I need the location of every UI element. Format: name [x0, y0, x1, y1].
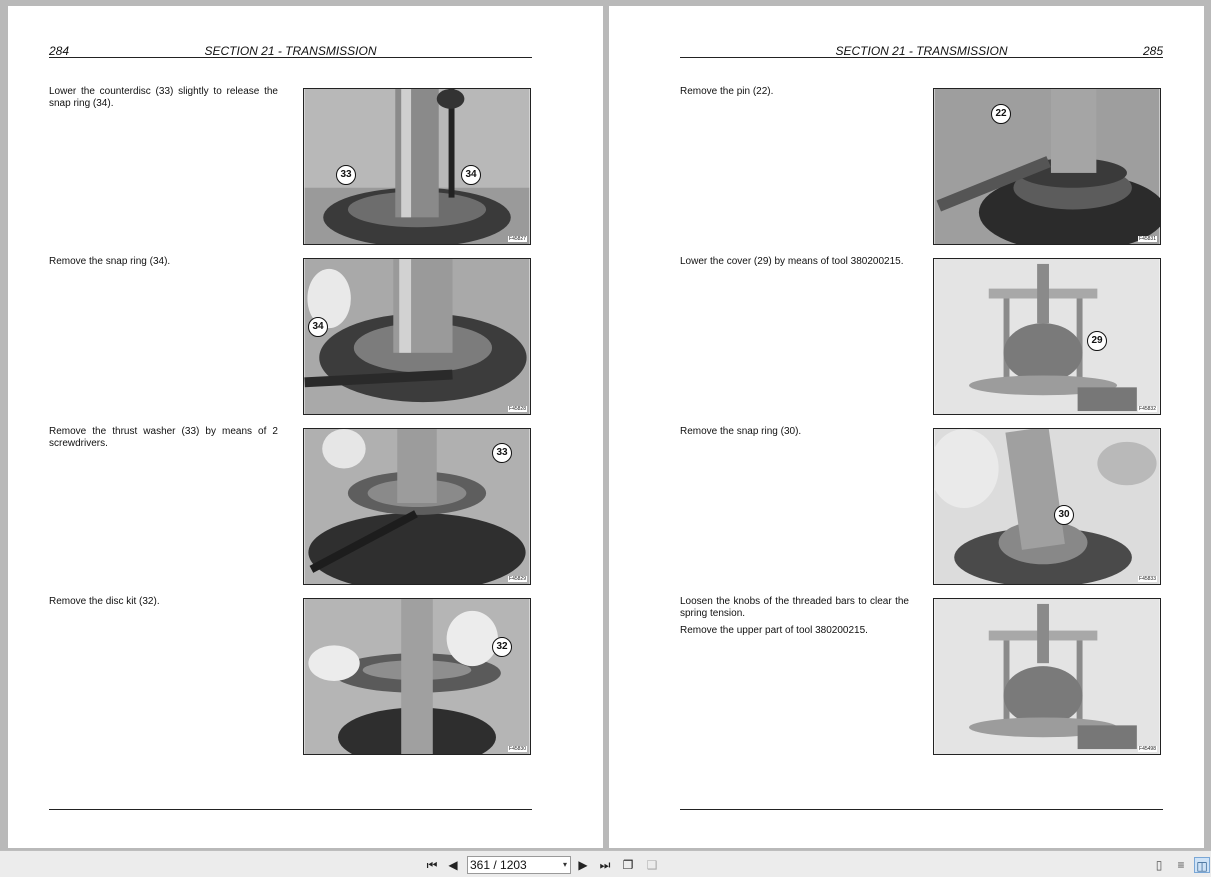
step-paragraph: Remove the upper part of tool 380200215.	[680, 625, 868, 636]
figure-id: F45827	[508, 236, 527, 242]
step-photo: 33 F45829	[303, 428, 531, 585]
copy-page-icon[interactable]: ❐	[620, 857, 636, 873]
viewer-toolbar: ⏮ ◀ 361 / 1203 ▾ ▶ ⏭ ❐ ❑ ▯ ≡ ◫	[0, 850, 1211, 877]
header-rule	[49, 57, 532, 58]
figure-id: F45829	[508, 576, 527, 582]
photo-snap-ring	[304, 259, 530, 414]
callout-22: 22	[991, 104, 1011, 124]
photo-pin	[934, 89, 1160, 244]
step-paragraph: Remove the thrust washer (33) by means o…	[49, 426, 278, 449]
step-paragraph: Remove the snap ring (30).	[680, 426, 802, 437]
step-paragraph: Lower the cover (29) by means of tool 38…	[680, 256, 904, 267]
step-paragraph: Remove the disc kit (32).	[49, 596, 160, 607]
page-number-value: 361 / 1203	[470, 858, 527, 872]
paste-page-icon[interactable]: ❑	[644, 857, 660, 873]
callout-29: 29	[1087, 331, 1107, 351]
continuous-view-icon[interactable]: ≡	[1173, 857, 1189, 873]
page-header: 284 SECTION 21 - TRANSMISSION	[49, 44, 532, 58]
two-page-view-icon[interactable]: ◫	[1194, 857, 1210, 873]
photo-tool-removal	[934, 599, 1160, 754]
step-text: Remove the pin (22).	[680, 86, 909, 98]
figure-id: F45832	[1138, 406, 1157, 412]
figure-id: F45830	[508, 746, 527, 752]
step-paragraph: Remove the pin (22).	[680, 86, 774, 97]
single-page-view-icon[interactable]: ▯	[1151, 857, 1167, 873]
figure-id: F45831	[1138, 236, 1157, 242]
section-title: SECTION 21 - TRANSMISSION	[204, 44, 377, 58]
step-paragraph: Lower the counterdisc (33) slightly to r…	[49, 86, 278, 109]
callout-34: 34	[461, 165, 481, 185]
figure-id: F45833	[1138, 576, 1157, 582]
photo-clutch-shaft	[304, 89, 530, 244]
last-page-icon[interactable]: ⏭	[597, 857, 613, 873]
step-text: Lower the counterdisc (33) slightly to r…	[49, 86, 278, 110]
step-photo: 33 34 F45827	[303, 88, 531, 245]
step-paragraph: Loosen the knobs of the threaded bars to…	[680, 596, 909, 619]
photo-snap-ring-30	[934, 429, 1160, 584]
first-page-icon[interactable]: ⏮	[424, 857, 440, 873]
step-text: Loosen the knobs of the threaded bars to…	[680, 596, 909, 637]
page-left: 284 SECTION 21 - TRANSMISSION Lower the …	[8, 6, 603, 848]
callout-33: 33	[336, 165, 356, 185]
step-photo: 32 F45830	[303, 598, 531, 755]
step-text: Remove the thrust washer (33) by means o…	[49, 426, 278, 450]
page-number: 285	[1142, 44, 1163, 58]
footer-rule	[680, 809, 1163, 810]
step-text: Remove the snap ring (30).	[680, 426, 909, 438]
page-right: SECTION 21 - TRANSMISSION 285 Remove the…	[609, 6, 1204, 848]
document-viewer: 284 SECTION 21 - TRANSMISSION Lower the …	[0, 0, 1211, 850]
header-rule	[680, 57, 1163, 58]
step-paragraph: Remove the snap ring (34).	[49, 256, 171, 267]
next-page-icon[interactable]: ▶	[576, 857, 590, 873]
step-photo: 29 F45832	[933, 258, 1161, 415]
photo-cover-tool	[934, 259, 1160, 414]
step-text: Remove the snap ring (34).	[49, 256, 278, 268]
section-title: SECTION 21 - TRANSMISSION	[835, 44, 1008, 58]
page-header: SECTION 21 - TRANSMISSION 285	[680, 44, 1163, 58]
previous-page-icon[interactable]: ◀	[446, 857, 460, 873]
step-text: Lower the cover (29) by means of tool 38…	[680, 256, 909, 268]
step-photo: 34 F45828	[303, 258, 531, 415]
callout-30: 30	[1054, 505, 1074, 525]
callout-32: 32	[492, 637, 512, 657]
callout-34: 34	[308, 317, 328, 337]
step-photo: 30 F45833	[933, 428, 1161, 585]
figure-id: F45828	[508, 406, 527, 412]
figure-id: F45498	[1138, 746, 1157, 752]
footer-rule	[49, 809, 532, 810]
step-text: Remove the disc kit (32).	[49, 596, 278, 608]
step-photo: F45498	[933, 598, 1161, 755]
photo-disc-kit	[304, 599, 530, 754]
callout-33: 33	[492, 443, 512, 463]
page-number-field[interactable]: 361 / 1203 ▾	[467, 856, 571, 874]
step-photo: 22 F45831	[933, 88, 1161, 245]
chevron-down-icon[interactable]: ▾	[563, 857, 567, 873]
